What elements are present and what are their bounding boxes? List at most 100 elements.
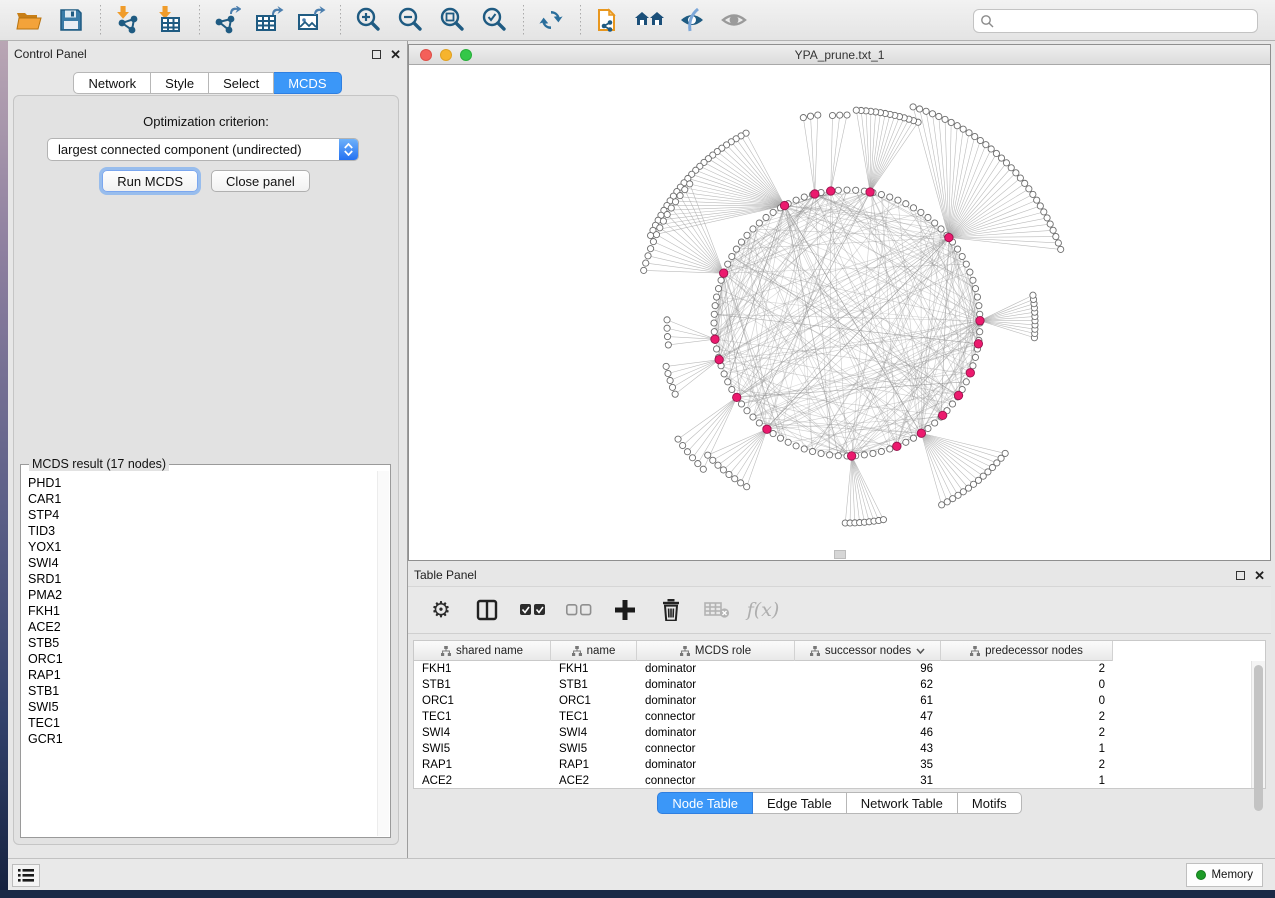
table-toolbar: ⚙ f(x) xyxy=(408,586,1271,634)
mcds-result-item[interactable]: PMA2 xyxy=(28,587,377,603)
attribute-icon xyxy=(970,646,980,656)
search-icon xyxy=(980,14,994,28)
export-table-icon[interactable] xyxy=(252,4,286,36)
memory-button[interactable]: Memory xyxy=(1186,863,1263,887)
cell: 46 xyxy=(795,727,941,739)
close-panel-icon[interactable]: ✕ xyxy=(390,50,401,59)
tab-node-table[interactable]: Node Table xyxy=(657,792,753,814)
import-network-icon[interactable] xyxy=(111,4,145,36)
tab-motifs[interactable]: Motifs xyxy=(958,792,1022,814)
mcds-result-item[interactable]: YOX1 xyxy=(28,539,377,555)
mcds-result-item[interactable]: PHD1 xyxy=(28,475,377,491)
table-row-TEC1[interactable]: TEC1TEC1connector472 xyxy=(414,709,1251,725)
refresh-icon[interactable] xyxy=(534,4,568,36)
column-header-MCDS-role[interactable]: MCDS role xyxy=(637,641,795,661)
table-row-ORC1[interactable]: ORC1ORC1dominator610 xyxy=(414,693,1251,709)
mcds-result-item[interactable]: ACE2 xyxy=(28,619,377,635)
cell: 2 xyxy=(941,711,1113,723)
splitter-handle[interactable] xyxy=(834,550,846,559)
application-window: Control Panel ✕ NetworkStyleSelectMCDS O… xyxy=(0,0,1275,898)
table-row-FKH1[interactable]: FKH1FKH1dominator962 xyxy=(414,661,1251,677)
table-row-ACE2[interactable]: ACE2ACE2connector311 xyxy=(414,773,1251,788)
search-input[interactable] xyxy=(998,13,1251,29)
table-row-SWI5[interactable]: SWI5SWI5connector431 xyxy=(414,741,1251,757)
mcds-result-item[interactable]: GCR1 xyxy=(28,731,377,747)
delete-column-icon[interactable] xyxy=(658,597,684,623)
mcds-result-item[interactable]: SRD1 xyxy=(28,571,377,587)
home-hierarchy-icon[interactable] xyxy=(633,4,667,36)
hide-elements-icon[interactable] xyxy=(675,4,709,36)
mcds-list-scrollbar[interactable] xyxy=(377,471,389,836)
mcds-result-item[interactable]: ORC1 xyxy=(28,651,377,667)
column-header-shared-name[interactable]: shared name xyxy=(414,641,551,661)
cell: 2 xyxy=(941,727,1113,739)
tab-select[interactable]: Select xyxy=(209,72,274,94)
cell: 2 xyxy=(941,663,1113,675)
cell: RAP1 xyxy=(551,759,637,771)
deselect-all-icon[interactable] xyxy=(566,597,592,623)
zoom-out-icon[interactable] xyxy=(393,4,427,36)
table-row-RAP1[interactable]: RAP1RAP1dominator352 xyxy=(414,757,1251,773)
desktop-wallpaper-left xyxy=(0,41,8,890)
network-window-titlebar[interactable]: YPA_prune.txt_1 xyxy=(409,45,1270,65)
mcds-result-title: MCDS result (17 nodes) xyxy=(29,457,169,471)
function-builder-icon[interactable]: f(x) xyxy=(750,597,776,623)
tab-network-table[interactable]: Network Table xyxy=(847,792,958,814)
scrollbar-thumb[interactable] xyxy=(1254,665,1263,811)
toolbar-separator xyxy=(100,5,101,35)
tab-network[interactable]: Network xyxy=(73,72,151,94)
cell: 96 xyxy=(795,663,941,675)
select-all-icon[interactable] xyxy=(520,597,546,623)
cell: SWI4 xyxy=(551,727,637,739)
mcds-result-item[interactable]: CAR1 xyxy=(28,491,377,507)
open-session-icon[interactable] xyxy=(12,4,46,36)
table-row-SWI4[interactable]: SWI4SWI4dominator462 xyxy=(414,725,1251,741)
mcds-result-item[interactable]: FKH1 xyxy=(28,603,377,619)
cell: RAP1 xyxy=(414,759,551,771)
run-mcds-button[interactable]: Run MCDS xyxy=(102,170,198,192)
table-row-STB1[interactable]: STB1STB1dominator620 xyxy=(414,677,1251,693)
cell: 0 xyxy=(941,679,1113,691)
task-history-button[interactable] xyxy=(12,864,40,887)
float-window-icon[interactable] xyxy=(372,50,381,59)
zoom-fit-icon[interactable] xyxy=(435,4,469,36)
mcds-result-item[interactable]: STB1 xyxy=(28,683,377,699)
add-column-icon[interactable] xyxy=(612,597,638,623)
table-settings-icon[interactable]: ⚙ xyxy=(428,597,454,623)
show-columns-icon[interactable] xyxy=(474,597,500,623)
save-session-icon[interactable] xyxy=(54,4,88,36)
mcds-result-item[interactable]: TID3 xyxy=(28,523,377,539)
tab-edge-table[interactable]: Edge Table xyxy=(753,792,847,814)
mcds-result-item[interactable]: SWI4 xyxy=(28,555,377,571)
share-document-icon[interactable] xyxy=(591,4,625,36)
export-image-icon[interactable] xyxy=(294,4,328,36)
mcds-result-item[interactable]: STB5 xyxy=(28,635,377,651)
cell: dominator xyxy=(637,759,795,771)
mcds-result-item[interactable]: STP4 xyxy=(28,507,377,523)
float-window-icon[interactable] xyxy=(1236,571,1245,580)
control-panel-titlebar: Control Panel ✕ xyxy=(8,41,407,67)
zoom-selected-icon[interactable] xyxy=(477,4,511,36)
export-network-icon[interactable] xyxy=(210,4,244,36)
mcds-result-item[interactable]: TEC1 xyxy=(28,715,377,731)
mcds-result-item[interactable]: RAP1 xyxy=(28,667,377,683)
table-vertical-scrollbar[interactable] xyxy=(1251,661,1265,788)
optimization-criterion-select[interactable]: largest connected component (undirected) xyxy=(47,138,359,161)
close-panel-icon[interactable]: ✕ xyxy=(1254,571,1265,580)
column-header-predecessor-nodes[interactable]: predecessor nodes xyxy=(941,641,1113,661)
zoom-in-icon[interactable] xyxy=(351,4,385,36)
network-canvas[interactable] xyxy=(409,65,1270,560)
import-table-icon[interactable] xyxy=(153,4,187,36)
mcds-result-list[interactable]: PHD1CAR1STP4TID3YOX1SWI4SRD1PMA2FKH1ACE2… xyxy=(22,471,377,836)
mcds-result-item[interactable]: SWI5 xyxy=(28,699,377,715)
delete-table-icon[interactable] xyxy=(704,597,730,623)
network-graph[interactable] xyxy=(409,65,1270,560)
tab-mcds[interactable]: MCDS xyxy=(274,72,341,94)
column-header-name[interactable]: name xyxy=(551,641,637,661)
tab-style[interactable]: Style xyxy=(151,72,209,94)
network-view-window: YPA_prune.txt_1 xyxy=(408,44,1271,561)
show-elements-icon[interactable] xyxy=(717,4,751,36)
close-panel-button[interactable]: Close panel xyxy=(211,170,310,192)
search-field[interactable] xyxy=(973,9,1258,33)
column-header-successor-nodes[interactable]: successor nodes xyxy=(795,641,941,661)
